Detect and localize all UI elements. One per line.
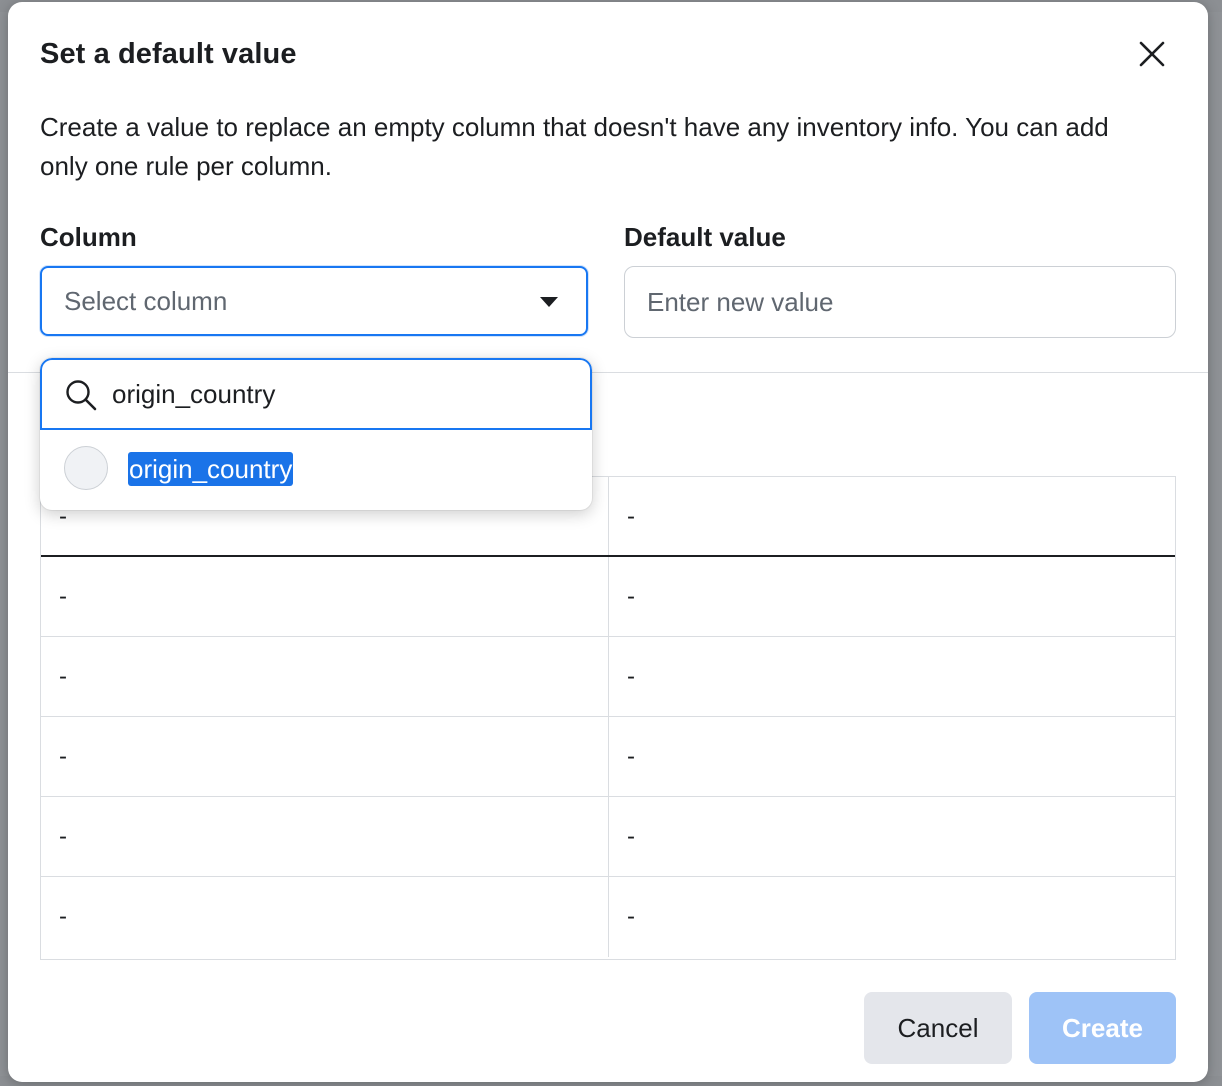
table-row: - - [41, 877, 1175, 957]
preview-table: - - - - - - - - - - - - [40, 476, 1176, 960]
search-icon [66, 380, 97, 411]
table-cell: - [627, 903, 635, 930]
column-select-placeholder: Select column [64, 286, 228, 316]
table-cell: - [627, 583, 635, 610]
modal-title: Set a default value [40, 38, 297, 70]
table-row: - - [41, 637, 1175, 717]
close-icon [1139, 41, 1165, 67]
column-label: Column [40, 222, 137, 252]
column-dropdown: origin_country origin_country [40, 358, 592, 510]
default-value-input[interactable] [624, 266, 1176, 338]
modal-description: Create a value to replace an empty colum… [40, 112, 1109, 181]
table-row: - - [41, 557, 1175, 637]
cancel-button[interactable]: Cancel [864, 992, 1012, 1064]
table-cell: - [41, 797, 609, 876]
table-cell: - [627, 743, 635, 770]
default-value-label: Default value [624, 222, 786, 252]
table-row: - - [41, 797, 1175, 877]
table-cell: - [41, 717, 609, 796]
create-button[interactable]: Create [1029, 992, 1176, 1064]
column-select[interactable]: Select column [40, 266, 588, 336]
option-label: origin_country [128, 452, 294, 486]
table-cell: - [41, 877, 609, 957]
column-search-input[interactable]: origin_country [40, 358, 592, 430]
table-cell: - [627, 503, 635, 530]
dropdown-option[interactable]: origin_country [40, 430, 592, 510]
table-cell: - [627, 663, 635, 690]
option-radio[interactable] [64, 446, 108, 490]
table-cell: - [41, 637, 609, 716]
default-value-modal: Set a default value Create a value to re… [8, 2, 1208, 1082]
close-button[interactable] [1132, 34, 1172, 74]
search-query: origin_country [112, 379, 276, 409]
table-cell: - [627, 823, 635, 850]
caret-down-icon [540, 297, 558, 307]
table-row: - - [41, 717, 1175, 797]
table-cell: - [41, 557, 609, 636]
